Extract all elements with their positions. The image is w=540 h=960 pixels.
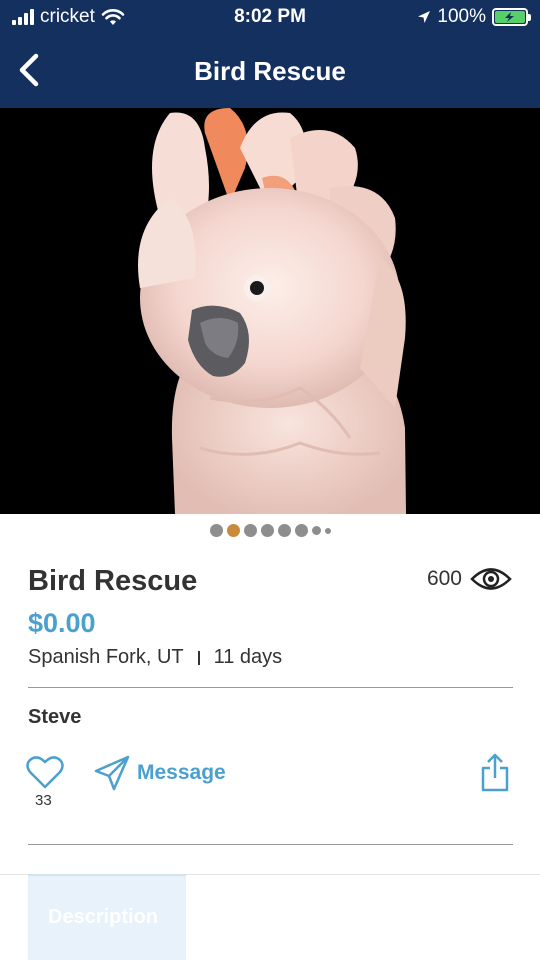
message-label: Message bbox=[137, 761, 226, 784]
divider bbox=[28, 687, 513, 688]
listing-photo[interactable] bbox=[0, 108, 540, 514]
share-button[interactable] bbox=[480, 753, 510, 793]
divider bbox=[28, 844, 513, 845]
like-count: 33 bbox=[35, 792, 52, 809]
seller-name[interactable]: Steve bbox=[28, 706, 81, 729]
app-header: cricket 8:02 PM 100% Bird Rescue bbox=[0, 0, 540, 108]
send-icon bbox=[94, 755, 130, 791]
page-dot[interactable] bbox=[209, 524, 223, 537]
share-icon bbox=[481, 753, 509, 792]
like-button[interactable] bbox=[26, 754, 64, 790]
message-button[interactable]: Message bbox=[93, 754, 226, 792]
listing-price: $0.00 bbox=[28, 608, 96, 638]
page-dot[interactable] bbox=[260, 524, 274, 537]
battery-icon bbox=[492, 8, 531, 26]
page-dot[interactable] bbox=[311, 526, 321, 535]
view-count-value: 600 bbox=[426, 567, 462, 590]
page-dot[interactable] bbox=[294, 524, 308, 537]
nav-bar: Bird Rescue bbox=[0, 36, 540, 108]
view-count: 600 bbox=[427, 566, 512, 592]
status-bar: cricket 8:02 PM 100% bbox=[0, 0, 540, 36]
heart-icon bbox=[26, 756, 64, 789]
meta-separator bbox=[197, 650, 200, 665]
battery-percent: 100% bbox=[437, 6, 486, 27]
page-dot-active[interactable] bbox=[226, 524, 240, 537]
location-arrow-icon bbox=[418, 11, 431, 23]
listing-title: Bird Rescue bbox=[28, 565, 198, 597]
cockatoo-photo bbox=[0, 108, 540, 514]
listing-location: Spanish Fork, UT bbox=[28, 646, 184, 668]
tab-description-label: Description bbox=[48, 906, 159, 928]
page-dot[interactable] bbox=[324, 527, 331, 534]
page-dot[interactable] bbox=[243, 524, 257, 537]
tab-description[interactable]: Description bbox=[28, 874, 186, 960]
eye-icon bbox=[470, 568, 512, 590]
page-dot[interactable] bbox=[277, 524, 291, 537]
listing-meta: Spanish Fork, UT 11 days bbox=[28, 646, 282, 669]
listing-age: 11 days bbox=[213, 646, 283, 668]
status-right: 100% bbox=[417, 6, 531, 28]
gallery-pagination bbox=[0, 524, 540, 537]
page-title: Bird Rescue bbox=[194, 56, 346, 86]
